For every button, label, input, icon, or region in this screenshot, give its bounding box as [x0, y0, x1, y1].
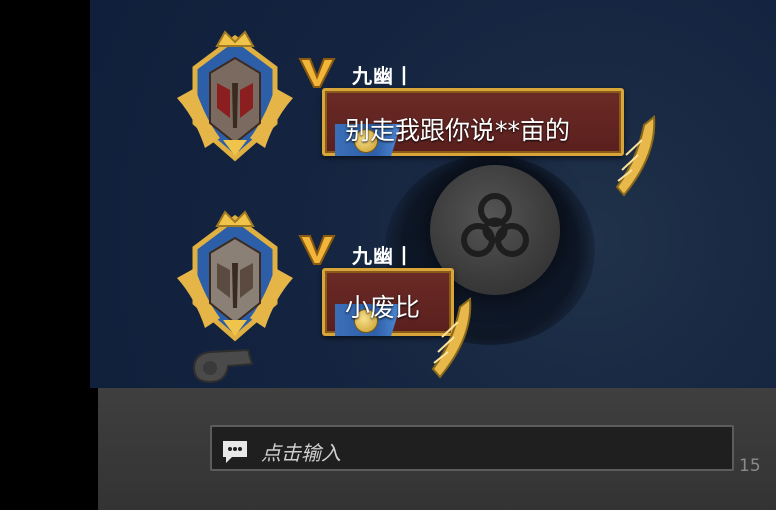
message-text[interactable]: 小废比 [345, 288, 420, 324]
chat-input-placeholder[interactable]: 点击输入 [261, 437, 341, 466]
message-username[interactable]: 九幽丨 [352, 60, 415, 89]
message-username[interactable]: 九幽丨 [352, 240, 415, 269]
whistle-icon[interactable] [188, 338, 264, 390]
vip-badge-icon [298, 55, 336, 89]
vip-badge-icon [298, 232, 336, 266]
rank-avatar-icon[interactable] [175, 208, 295, 348]
message-text[interactable]: 别走我跟你说**亩的 [345, 111, 570, 147]
character-counter: 15 [739, 456, 761, 476]
chat-bubble-icon [220, 438, 250, 470]
left-black-bar [0, 0, 90, 510]
wing-icon [428, 297, 476, 383]
wing-icon [612, 115, 660, 201]
rank-avatar-icon[interactable] [175, 28, 295, 168]
